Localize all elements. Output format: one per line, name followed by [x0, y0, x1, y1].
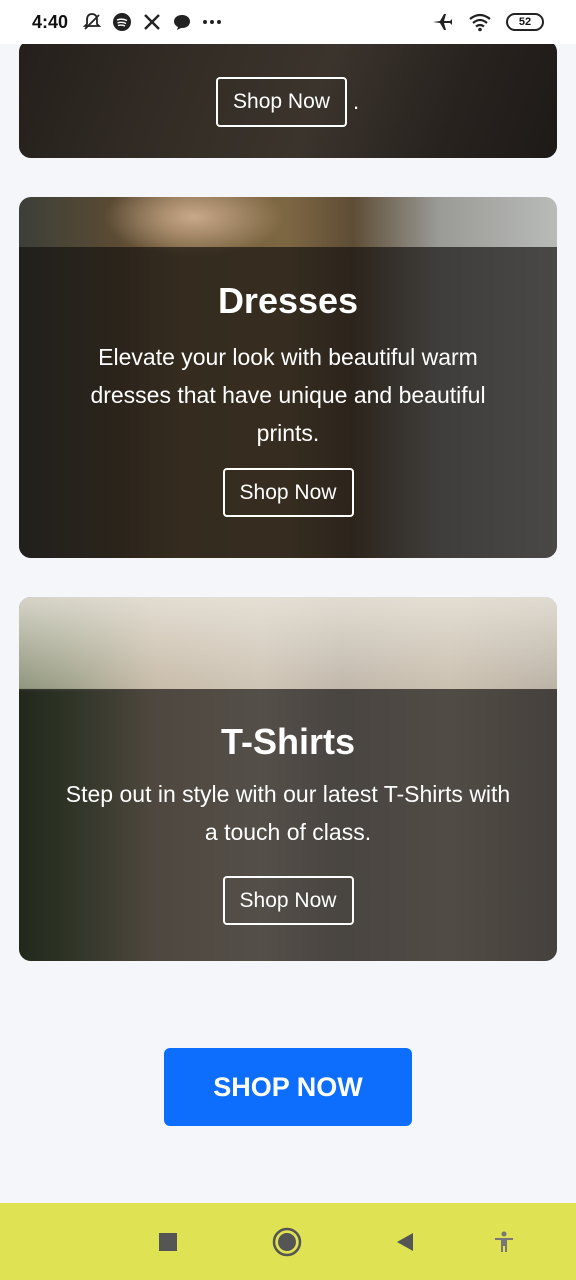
airplane-icon: [430, 10, 454, 34]
x-icon: [140, 10, 164, 34]
card-title: T-Shirts: [220, 721, 355, 762]
spotify-icon: [110, 10, 134, 34]
shop-now-button[interactable]: Shop Now: [222, 468, 354, 517]
home-circle-icon[interactable]: [272, 1227, 302, 1257]
trailing-text: .: [353, 89, 360, 114]
shop-now-button[interactable]: Shop Now: [216, 77, 347, 127]
shop-now-button[interactable]: Shop Now: [222, 876, 354, 925]
category-card-dresses: Dresses Elevate your look with beautiful…: [19, 197, 557, 558]
card-description: Step out in style with our latest T-Shir…: [65, 781, 511, 845]
card-title: Dresses: [217, 280, 359, 321]
category-card-top: Shop Now .: [19, 40, 557, 158]
accessibility-icon[interactable]: [489, 1227, 519, 1257]
more-icon: [200, 10, 224, 34]
shop-now-main-button[interactable]: SHOP NOW: [164, 1048, 412, 1126]
chat-bubble-icon: [170, 10, 194, 34]
status-time: 4:40: [32, 11, 69, 32]
card-description: Elevate your look with beautiful warm dr…: [90, 344, 486, 446]
navigation-bar: [0, 1203, 576, 1280]
battery-icon: 52: [506, 13, 544, 31]
category-card-tshirts: T-Shirts Step out in style with our late…: [19, 597, 557, 961]
back-triangle-icon[interactable]: [390, 1227, 420, 1257]
status-bar: 4:40 52: [0, 0, 576, 44]
recents-square-icon[interactable]: [153, 1227, 183, 1257]
notifications-off-icon: [80, 10, 104, 34]
wifi-icon: [468, 10, 492, 34]
